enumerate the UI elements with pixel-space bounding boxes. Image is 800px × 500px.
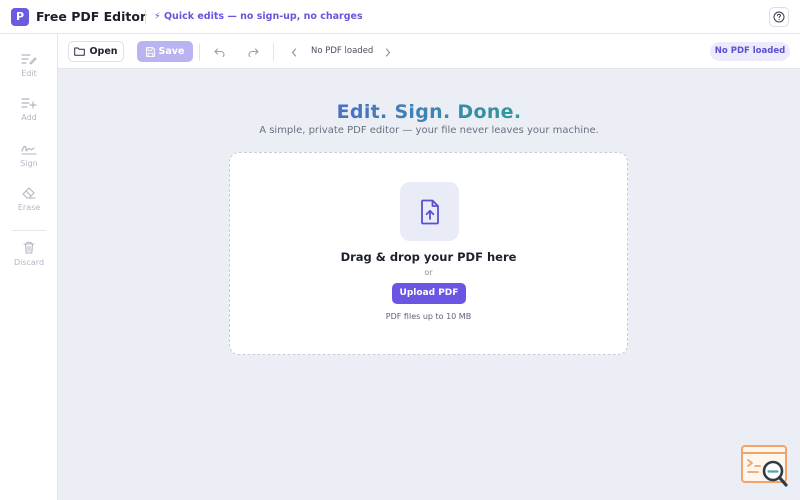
sidebar-item-label: Sign	[20, 159, 38, 168]
eraser-icon	[22, 187, 36, 199]
save-button[interactable]: Save	[137, 41, 193, 62]
sidebar-item-label: Erase	[17, 203, 41, 212]
page-status: No PDF loaded	[311, 46, 374, 56]
folder-icon	[74, 47, 86, 56]
file-upload-icon	[420, 199, 439, 224]
trash-icon	[23, 241, 35, 254]
toolbar: Open Save No PDF loaded No PDF loaded	[58, 34, 800, 69]
add-lines-icon	[21, 98, 37, 109]
app-logo: P	[11, 8, 29, 26]
undo-button[interactable]	[211, 44, 227, 60]
dropzone-or: or	[424, 268, 433, 277]
status-badge: No PDF loaded	[710, 42, 790, 61]
dropzone-title: Drag & drop your PDF here	[340, 250, 517, 264]
sidebar-item-edit[interactable]: Edit	[0, 52, 58, 78]
top-header: P Free PDF Editor ⚡ Quick edits — no sig…	[0, 0, 800, 34]
sidebar-item-erase[interactable]: Erase	[0, 186, 58, 212]
upload-pdf-button[interactable]: Upload PDF	[392, 283, 466, 304]
toolbar-divider	[273, 43, 274, 61]
help-circle-icon	[773, 11, 785, 23]
pdf-dropzone[interactable]: Drag & drop your PDF here or Upload PDF …	[229, 152, 628, 355]
dropzone-note: PDF files up to 10 MB	[385, 312, 472, 321]
sidebar-item-discard[interactable]: Discard	[0, 240, 58, 267]
signature-icon	[21, 145, 37, 155]
tool-sidebar: Edit Add Sign Erase Discard	[0, 34, 58, 500]
toolbar-divider	[199, 43, 200, 61]
next-page-button[interactable]	[380, 44, 396, 60]
sidebar-item-label: Discard	[13, 258, 45, 267]
search-widget-icon[interactable]	[740, 444, 792, 490]
save-label: Save	[158, 46, 185, 57]
hero-subtitle: A simple, private PDF editor — your file…	[259, 125, 599, 136]
upload-icon-box	[400, 182, 459, 241]
sidebar-item-label: Edit	[21, 69, 37, 78]
chevron-right-icon	[385, 47, 391, 57]
edit-lines-icon	[21, 54, 37, 65]
prev-page-button[interactable]	[286, 44, 302, 60]
sidebar-item-label: Add	[21, 113, 37, 122]
tagline: ⚡ Quick edits — no sign-up, no charges	[154, 11, 363, 22]
help-button[interactable]	[769, 7, 789, 27]
sidebar-item-sign[interactable]: Sign	[0, 142, 58, 168]
sidebar-divider	[12, 230, 46, 231]
hero-title: Edit. Sign. Done.	[336, 101, 522, 123]
app-title: Free PDF Editor	[36, 9, 147, 24]
redo-button[interactable]	[245, 44, 261, 60]
undo-icon	[213, 47, 225, 57]
sidebar-item-add[interactable]: Add	[0, 96, 58, 122]
window-search-icon	[741, 445, 788, 487]
header-divider	[145, 10, 146, 24]
save-icon	[145, 46, 155, 57]
chevron-left-icon	[291, 47, 297, 57]
redo-icon	[247, 47, 259, 57]
open-button[interactable]: Open	[68, 41, 124, 62]
open-label: Open	[89, 46, 118, 57]
